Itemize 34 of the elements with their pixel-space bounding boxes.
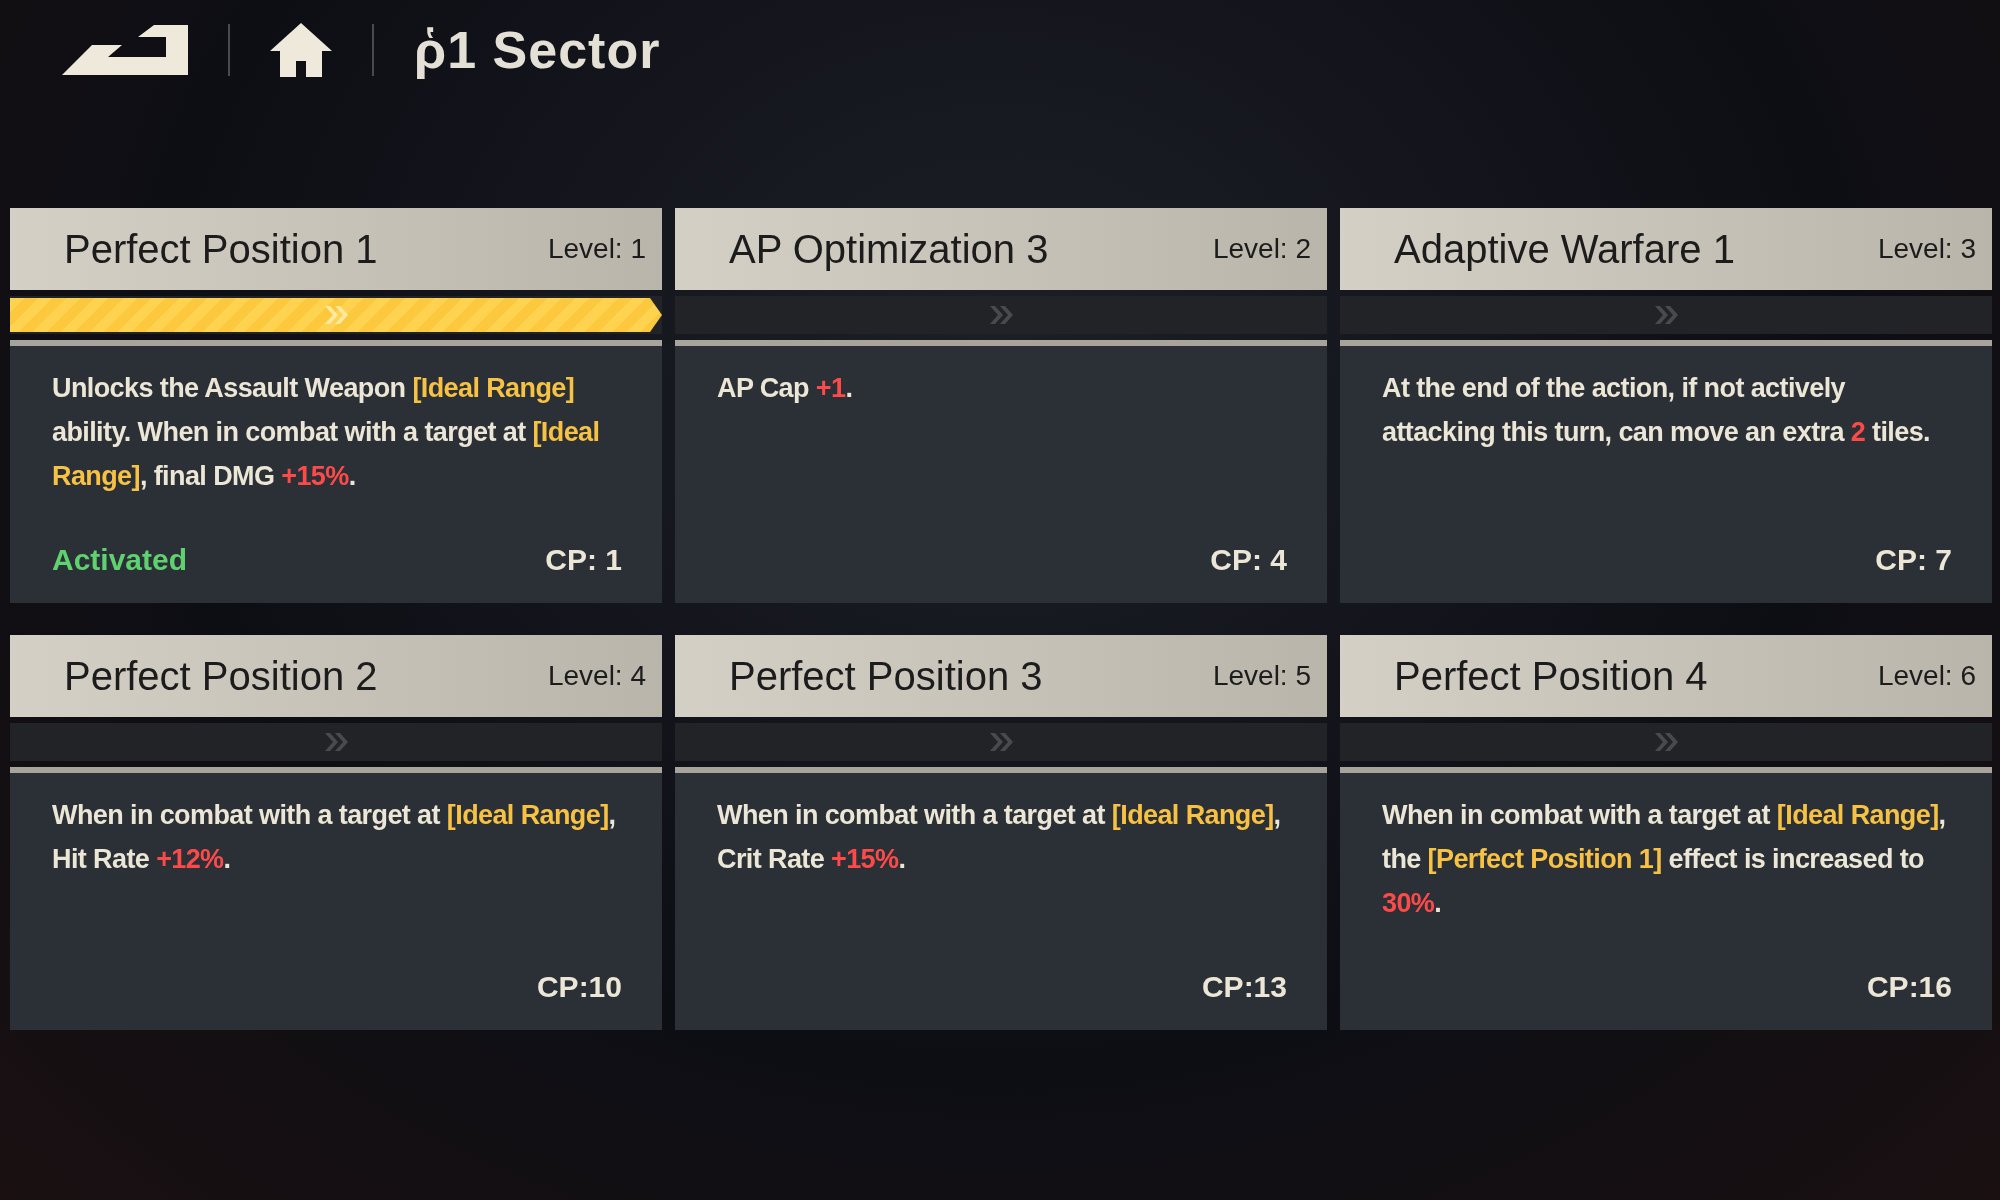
skill-description: Unlocks the Assault Weapon [Ideal Range] ability. When in combat with a target at [Ideal Range], final DMG +15%. bbox=[52, 372, 601, 493]
chevron-icon bbox=[988, 731, 1014, 753]
status-label: Activated bbox=[52, 543, 188, 577]
cost-label: CP:13 bbox=[1201, 970, 1287, 1004]
skill-description: When in combat with a target at [Ideal Range], the [Perfect Position 1] effect is increased to 30%. bbox=[1382, 799, 1947, 920]
skill-description: At the end of the action, if not actively attacking this turn, can move an extra 2 tiles. bbox=[1382, 372, 1931, 449]
level-label: Level: 3 bbox=[1877, 233, 1976, 265]
level-label: Level: 5 bbox=[1212, 660, 1311, 692]
cost-label: CP:10 bbox=[536, 970, 622, 1004]
level-label: Level: 2 bbox=[1212, 233, 1311, 265]
skill-title: AP Optimization 3 bbox=[729, 226, 1049, 272]
page-title: ῥ1 Sector bbox=[414, 20, 661, 80]
cost-label: CP: 4 bbox=[1210, 543, 1287, 577]
cost-label: CP:16 bbox=[1866, 970, 1952, 1004]
level-label: Level: 4 bbox=[547, 660, 646, 692]
cost-label: CP: 7 bbox=[1875, 543, 1952, 577]
skill-description: When in combat with a target at [Ideal Range], Crit Rate +15%. bbox=[717, 799, 1282, 876]
back-icon[interactable] bbox=[62, 25, 188, 75]
skill-title: Adaptive Warfare 1 bbox=[1394, 226, 1735, 272]
skill-description: When in combat with a target at [Ideal Range], Hit Rate +12%. bbox=[52, 799, 617, 876]
chevron-icon bbox=[323, 731, 349, 753]
level-label: Level: 1 bbox=[547, 233, 646, 265]
chevron-icon bbox=[1653, 304, 1679, 326]
skill-title: Perfect Position 2 bbox=[64, 653, 378, 699]
skill-title: Perfect Position 1 bbox=[64, 226, 378, 272]
home-icon[interactable] bbox=[270, 23, 332, 77]
skill-title: Perfect Position 4 bbox=[1394, 653, 1708, 699]
chevron-icon bbox=[1653, 731, 1679, 753]
skill-description: AP Cap +1. bbox=[717, 372, 854, 405]
chevron-icon bbox=[988, 304, 1014, 326]
cost-label: CP: 1 bbox=[545, 543, 622, 577]
skill-title: Perfect Position 3 bbox=[729, 653, 1043, 699]
chevron-icon bbox=[323, 304, 349, 326]
level-label: Level: 6 bbox=[1877, 660, 1976, 692]
